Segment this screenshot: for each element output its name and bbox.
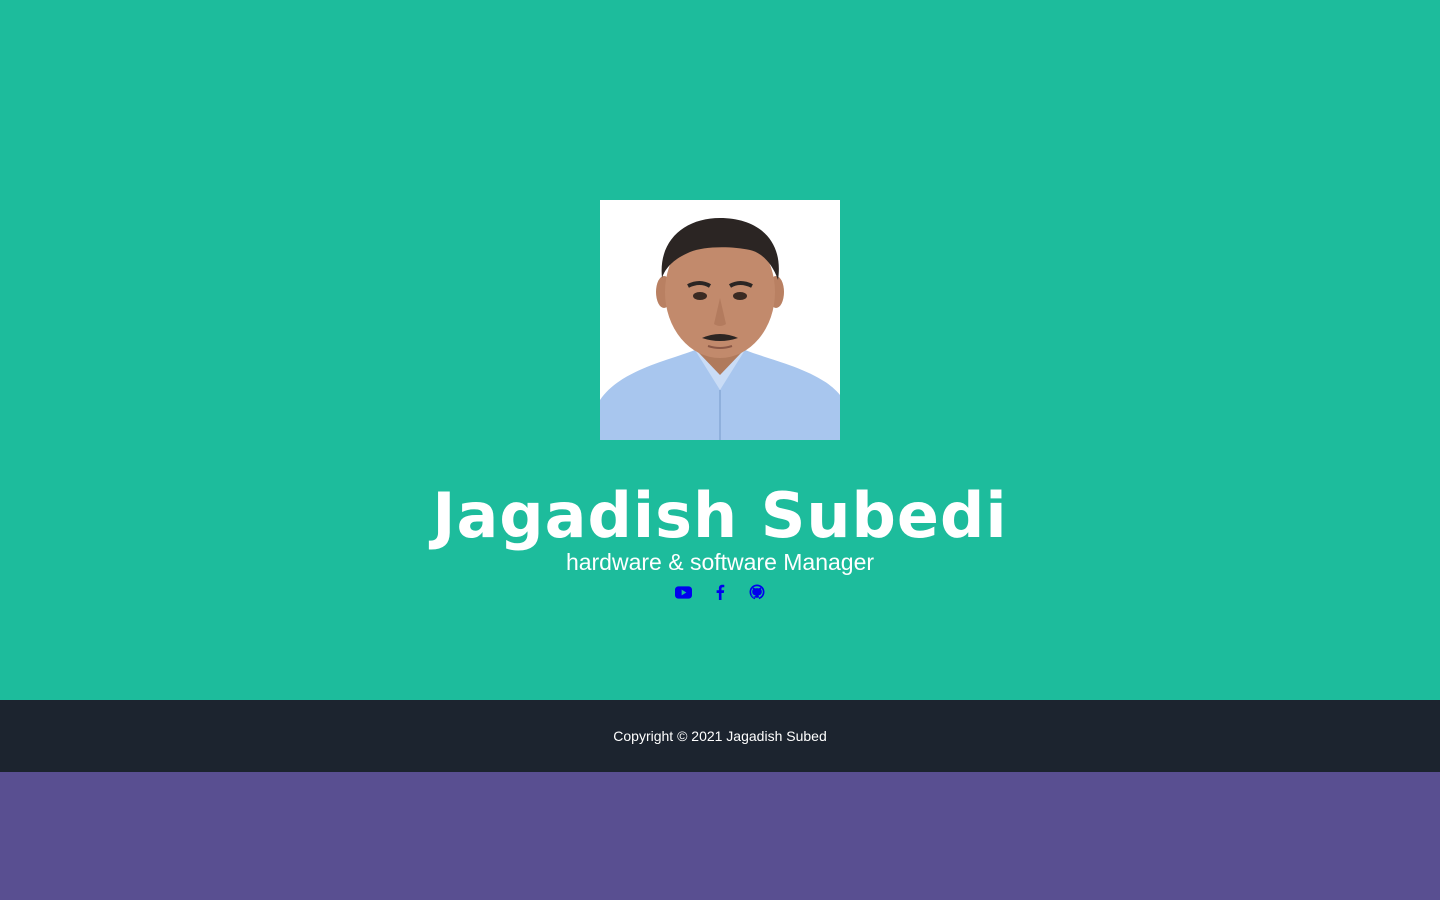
masthead: Jagadish Subedi hardware & software Mana… — [0, 0, 1440, 700]
youtube-link[interactable] — [674, 580, 692, 604]
social-links — [0, 580, 1440, 604]
copyright-text: Copyright © 2021 Jagadish Subed — [613, 728, 827, 744]
github-link[interactable] — [749, 580, 766, 604]
footer: Copyright © 2021 Jagadish Subed — [0, 700, 1440, 772]
profile-photo-image — [600, 200, 840, 440]
profile-name: Jagadish Subedi — [432, 479, 1008, 552]
github-icon — [749, 584, 765, 600]
facebook-link[interactable] — [712, 580, 729, 604]
profile-title: hardware & software Manager — [565, 549, 875, 575]
youtube-icon — [674, 585, 692, 599]
facebook-icon — [716, 584, 725, 600]
profile-photo — [600, 200, 840, 440]
